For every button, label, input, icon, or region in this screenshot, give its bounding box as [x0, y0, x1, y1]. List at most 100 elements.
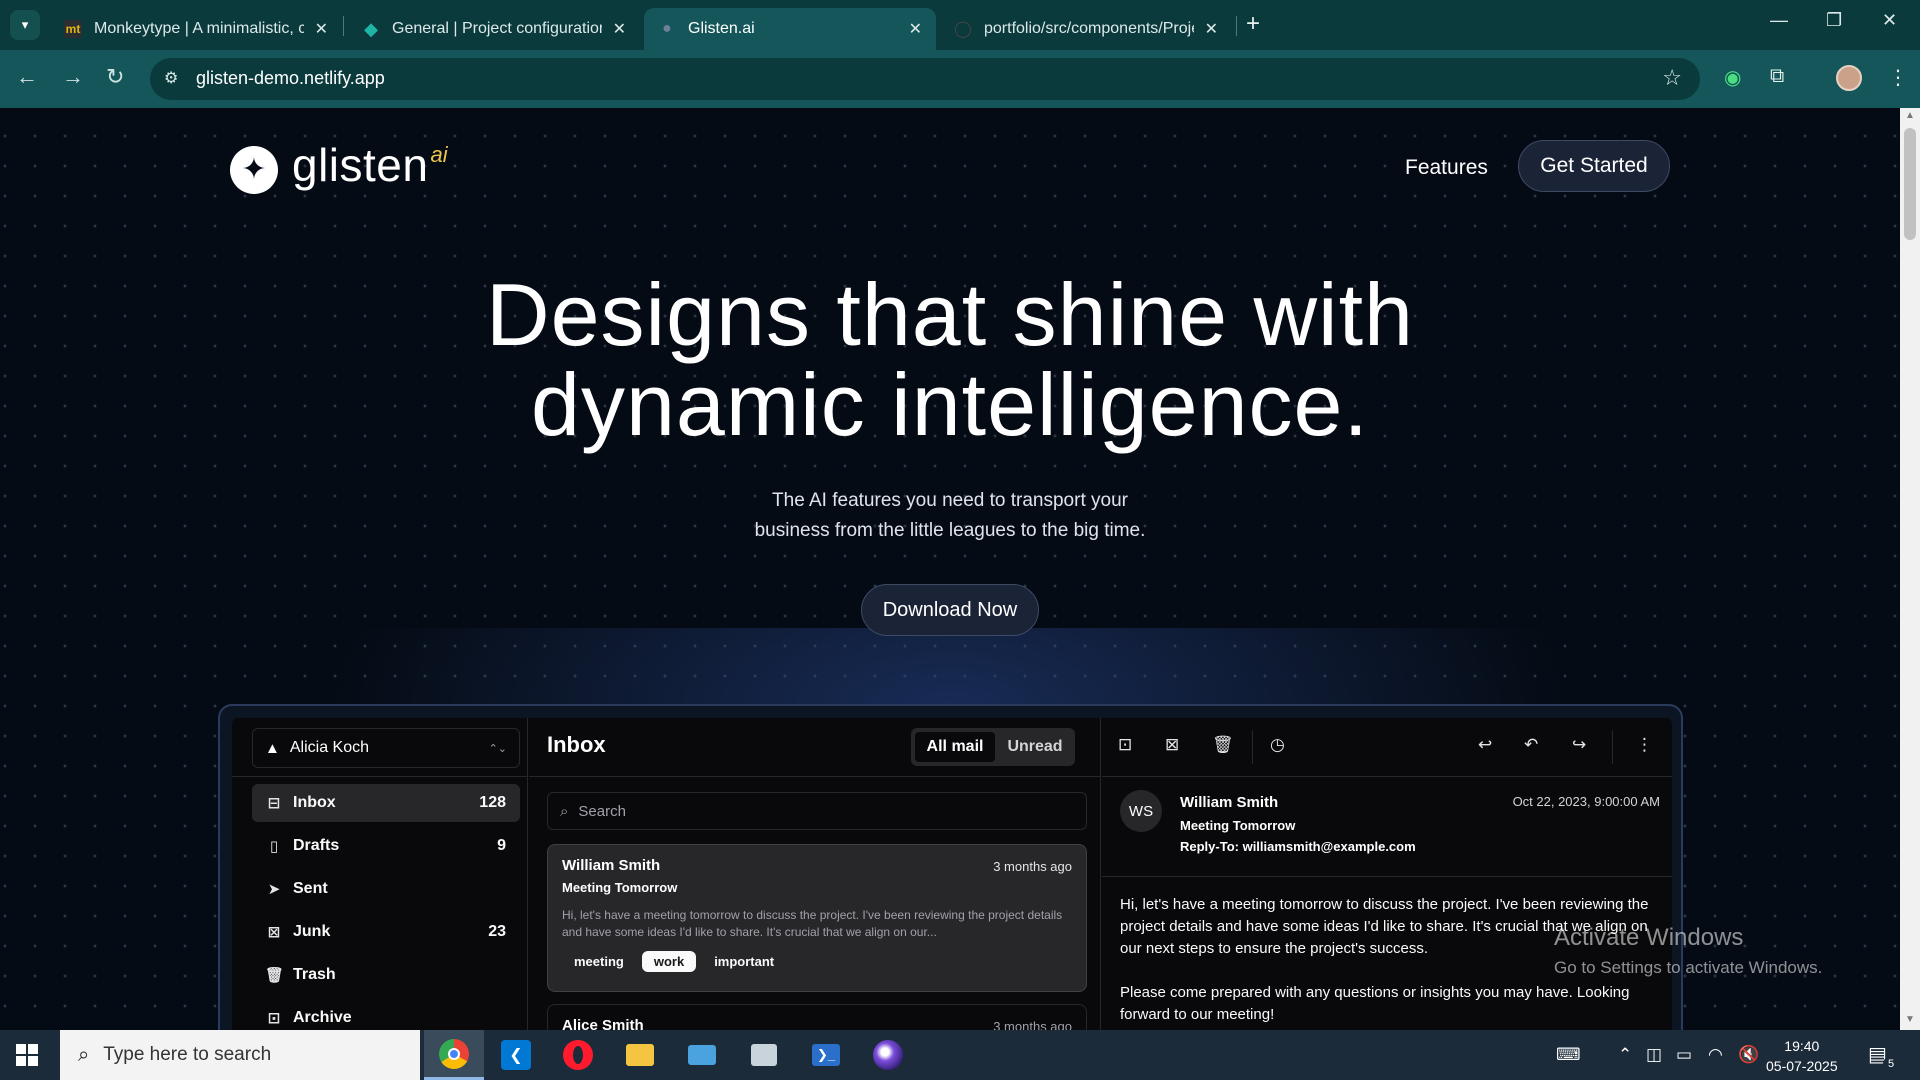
forward-button[interactable]: → [62, 64, 84, 90]
hero-subtitle: The AI features you need to transport yo… [0, 486, 1900, 546]
sidebar-item-label: Archive [293, 1009, 352, 1026]
restore-icon[interactable]: ❐ [1826, 10, 1842, 31]
reload-icon: ↻ [106, 64, 125, 89]
meet-now-icon[interactable]: ◫ [1646, 1045, 1662, 1065]
kebab-icon[interactable]: ⋮ [1888, 65, 1908, 90]
forward-icon[interactable]: ↪ [1572, 735, 1586, 755]
mail-date: 3 months ago [993, 859, 1072, 874]
close-icon[interactable]: ✕ [909, 19, 922, 39]
sidebar-item-junk[interactable]: ⊠ Junk 23 [252, 913, 520, 951]
vscode-icon[interactable]: ❮ [486, 1030, 546, 1080]
tab-search-button[interactable]: ▾ [10, 10, 40, 40]
divider [1102, 876, 1672, 877]
chevron-up-icon[interactable]: ⌃ [1618, 1045, 1632, 1065]
opera-icon[interactable] [548, 1030, 608, 1080]
minimize-icon[interactable]: — [1770, 10, 1788, 31]
watermark-title: Activate Windows [1554, 924, 1744, 951]
trash-icon[interactable]: 🗑 [1212, 735, 1234, 755]
nav-features-link[interactable]: Features [1405, 156, 1488, 180]
page-scrollbar[interactable]: ▲ ▼ [1900, 108, 1920, 1030]
notification-count-badge: 5 [1883, 1056, 1899, 1072]
reader-body-paragraph: Please come prepared with any questions … [1120, 984, 1630, 1023]
mail-list-item[interactable]: Alice Smith 3 months ago [547, 1004, 1087, 1030]
kebab-icon[interactable]: ⋮ [1636, 735, 1653, 755]
sidebar-item-label: Trash [293, 966, 336, 983]
reader-subject: Meeting Tomorrow [1180, 818, 1296, 833]
mail-filter-tabs: All mail Unread [911, 728, 1075, 766]
star-icon[interactable]: ☆ [1662, 65, 1682, 91]
back-button[interactable]: ← [16, 64, 38, 90]
reply-icon[interactable]: ↩ [1478, 735, 1492, 755]
tab-github[interactable]: ◯ portfolio/src/components/Proje ✕ [940, 8, 1232, 50]
scroll-up-icon[interactable]: ▲ [1905, 110, 1915, 121]
tab-bar: ▾ mt Monkeytype | A minimalistic, cu ✕ ◆… [0, 0, 1920, 50]
reply-all-icon[interactable]: ↶ [1524, 735, 1538, 755]
clock-time: 19:40 [1784, 1038, 1820, 1054]
url-text[interactable]: glisten-demo.netlify.app [196, 68, 385, 89]
download-now-button[interactable]: Download Now [861, 584, 1039, 636]
tune-icon[interactable]: ⚙ [164, 68, 178, 88]
puzzle-icon[interactable]: ⧉ [1770, 65, 1784, 88]
tab-unread[interactable]: Unread [999, 732, 1071, 762]
browser-orb-icon[interactable] [858, 1030, 918, 1080]
sidebar-item-label: Sent [293, 880, 328, 897]
green-ring-icon[interactable]: ◉ [1724, 65, 1741, 90]
mail-search-input[interactable]: ⌕ Search [547, 792, 1087, 830]
wifi-icon[interactable]: ◠ [1708, 1045, 1723, 1065]
tag-badge: meeting [574, 954, 624, 969]
new-tab-button[interactable]: + [1246, 12, 1260, 36]
close-icon[interactable]: ✕ [315, 19, 328, 39]
get-started-button[interactable]: Get Started [1518, 140, 1670, 192]
sidebar-item-inbox[interactable]: ⊟ Inbox 128 [252, 784, 520, 822]
taskbar-search-input[interactable]: ⌕ Type here to search [60, 1030, 420, 1080]
scrollbar-thumb[interactable] [1904, 128, 1916, 240]
activate-windows-watermark: Activate Windows Go to Settings to activ… [1554, 924, 1822, 978]
taskbar-clock[interactable]: 19:40 05-07-2025 [1766, 1036, 1838, 1076]
reader-reply-to: Reply-To: williamsmith@example.com [1180, 839, 1416, 854]
sidebar-item-sent[interactable]: ➤ Sent [252, 870, 520, 908]
battery-icon[interactable]: ▭ [1676, 1045, 1692, 1065]
inbox-icon: ⊟ [267, 795, 281, 812]
archive-icon[interactable]: ⊡ [1118, 735, 1132, 755]
close-icon[interactable]: ✕ [1205, 19, 1218, 39]
tab-project-config[interactable]: ◆ General | Project configuration | ✕ [348, 8, 640, 50]
sidebar-item-drafts[interactable]: ▯ Drafts 9 [252, 827, 520, 865]
avatar[interactable] [1836, 65, 1862, 91]
laptop-app-icon[interactable] [672, 1030, 732, 1080]
tab-separator [1236, 16, 1237, 36]
volume-muted-icon[interactable]: 🔇 [1738, 1045, 1759, 1065]
sidebar-item-archive[interactable]: ⊡ Archive [252, 999, 520, 1030]
page-viewport: ✦ glisten ai Features Get Started Design… [0, 108, 1900, 1030]
tab-monkeytype[interactable]: mt Monkeytype | A minimalistic, cu ✕ [50, 8, 342, 50]
windows-start-icon[interactable] [16, 1044, 38, 1066]
reload-button[interactable]: ↻ [106, 64, 124, 90]
mail-sidebar: ▲ Alicia Koch ⌃⌄ ⊟ Inbox 128 ▯ Drafts 9 … [232, 718, 528, 1030]
reader-date: Oct 22, 2023, 9:00:00 AM [1512, 794, 1660, 809]
account-switcher[interactable]: ▲ Alicia Koch ⌃⌄ [252, 728, 520, 768]
sidebar-item-count: 23 [488, 923, 506, 940]
file-explorer-icon[interactable] [610, 1030, 670, 1080]
site-logo[interactable]: ✦ glisten ai [230, 138, 448, 194]
printer-app-icon[interactable] [734, 1030, 794, 1080]
sidebar-item-label: Inbox [293, 794, 336, 811]
archive-x-icon[interactable]: ⊠ [1165, 735, 1179, 755]
keyboard-icon[interactable]: ⌨ [1556, 1045, 1581, 1065]
clock-icon[interactable]: ◷ [1270, 735, 1285, 755]
tab-title: Monkeytype | A minimalistic, cu [94, 20, 304, 37]
tab-all-mail[interactable]: All mail [915, 732, 995, 762]
address-bar[interactable]: ⚙ glisten-demo.netlify.app ☆ [150, 58, 1700, 100]
divider [1102, 776, 1672, 777]
glisten-favicon-icon: ● [662, 20, 672, 37]
hero-subtitle-line-2: business from the little leagues to the … [754, 520, 1146, 541]
close-window-icon[interactable]: ✕ [1882, 10, 1897, 31]
mail-preview: Hi, let's have a meeting tomorrow to dis… [562, 908, 1063, 939]
archive-x-icon: ⊠ [267, 924, 281, 941]
tab-glisten[interactable]: ● Glisten.ai ✕ [644, 8, 936, 50]
sidebar-item-trash[interactable]: 🗑 Trash [252, 956, 520, 994]
close-icon[interactable]: ✕ [613, 19, 626, 39]
windows-taskbar: ⌕ Type here to search ❮ ❯_ ⌨ ⌃ ◫ ▭ ◠ 🔇 1… [0, 1030, 1920, 1080]
mail-list-item[interactable]: William Smith 3 months ago Meeting Tomor… [547, 844, 1087, 992]
powershell-icon[interactable]: ❯_ [796, 1030, 856, 1080]
scroll-down-icon[interactable]: ▼ [1905, 1014, 1915, 1025]
chrome-icon[interactable] [424, 1030, 484, 1080]
